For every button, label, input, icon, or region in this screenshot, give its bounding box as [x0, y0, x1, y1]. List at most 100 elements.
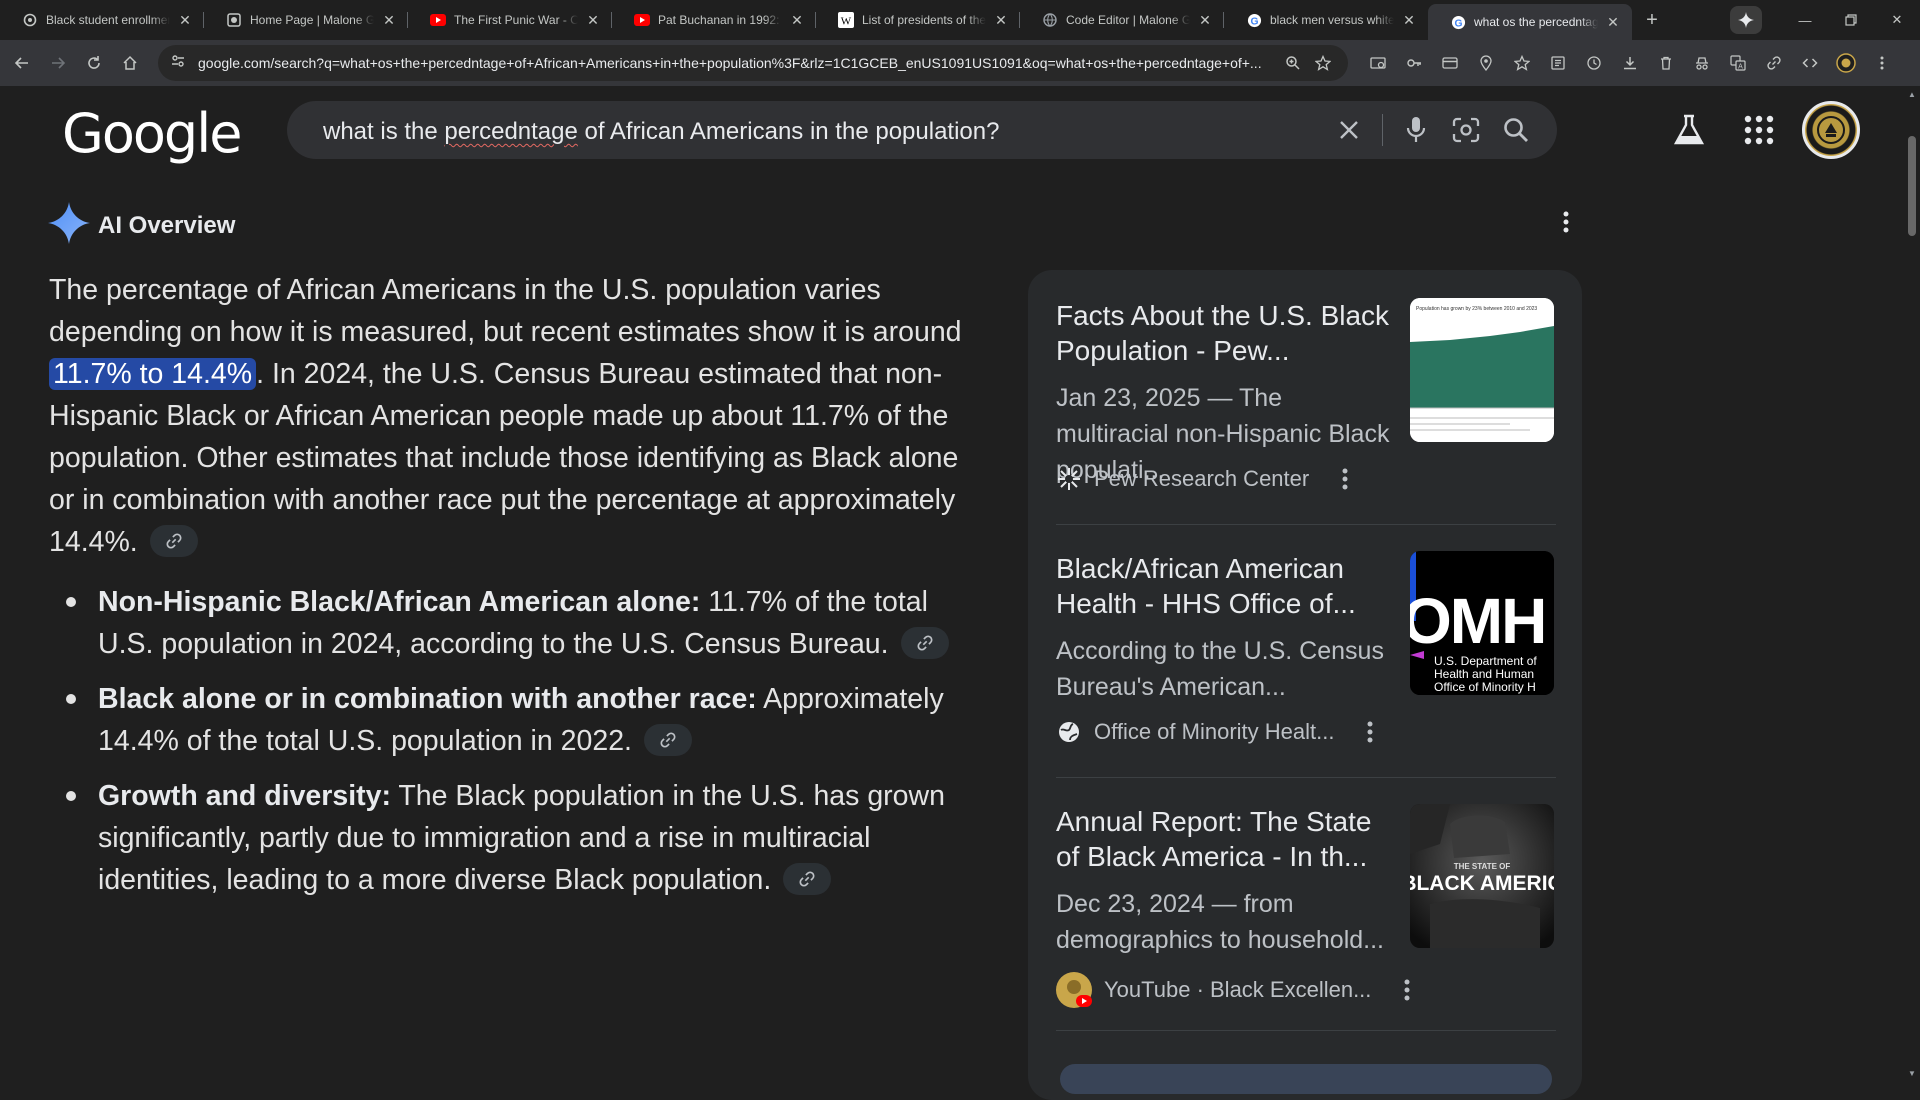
ai-overview-bullets: Non-Hispanic Black/African American alon…: [66, 581, 978, 914]
bullet-heading: Growth and diversity:: [98, 780, 391, 812]
history-icon[interactable]: [1576, 45, 1612, 81]
citation-link-icon[interactable]: [149, 525, 198, 558]
close-tab-icon[interactable]: ✕: [788, 11, 806, 29]
labs-flask-icon[interactable]: [1660, 101, 1718, 159]
reload-button[interactable]: [76, 45, 112, 81]
download-icon[interactable]: [1612, 45, 1648, 81]
query-part: what is the: [323, 118, 445, 145]
camera-lens-icon[interactable]: [1441, 101, 1491, 159]
site-info-icon[interactable]: [170, 53, 186, 74]
source-site[interactable]: YouTube · Black Excellen...: [1056, 972, 1419, 1008]
ai-overview-header: AI Overview: [48, 202, 235, 249]
ai-overview-summary: The percentage of African Americans in t…: [49, 269, 969, 563]
source-thumbnail[interactable]: OMH U.S. Department of Health and Human …: [1410, 551, 1554, 695]
back-button[interactable]: [4, 45, 40, 81]
tab-title: Code Editor | Malone Gl: [1066, 13, 1190, 27]
clear-search-icon[interactable]: [1324, 101, 1374, 159]
source-title[interactable]: Black/African American Health - HHS Offi…: [1056, 551, 1396, 621]
cast-icon[interactable]: [1360, 45, 1396, 81]
search-query[interactable]: what is the percedntage of African Ameri…: [323, 118, 999, 146]
svg-text:W: W: [841, 16, 852, 28]
browser-tab-active[interactable]: G what os the percedntage ✕: [1428, 4, 1632, 40]
misspelled-word: percedntage: [444, 118, 578, 145]
source-menu-icon[interactable]: [1395, 978, 1419, 1002]
close-tab-icon[interactable]: ✕: [176, 11, 194, 29]
thumbnail-caption: Health and Human: [1434, 667, 1534, 681]
list-item: Growth and diversity: The Black populati…: [66, 775, 978, 901]
password-key-icon[interactable]: [1396, 45, 1432, 81]
citation-link-icon[interactable]: [900, 627, 949, 660]
gemini-icon[interactable]: [1730, 6, 1762, 34]
source-title[interactable]: Facts About the U.S. Black Population - …: [1056, 298, 1396, 368]
source-menu-icon[interactable]: [1358, 720, 1382, 744]
close-tab-icon[interactable]: ✕: [992, 11, 1010, 29]
channel-avatar-icon: [1056, 972, 1092, 1008]
thumbnail-caption: BLACK AMERIC: [1410, 872, 1554, 895]
bookmark-star-icon[interactable]: [1308, 48, 1338, 78]
browser-tab[interactable]: Home Page | Malone Gl ✕: [204, 0, 408, 40]
card-icon[interactable]: [1432, 45, 1468, 81]
tab-title: Black student enrollment: [46, 13, 170, 27]
minimize-button[interactable]: —: [1782, 0, 1828, 40]
source-thumbnail[interactable]: THE STATE OF BLACK AMERIC: [1410, 804, 1554, 948]
close-tab-icon[interactable]: ✕: [584, 11, 602, 29]
close-window-button[interactable]: ✕: [1874, 0, 1920, 40]
show-all-sources-button[interactable]: [1060, 1064, 1552, 1094]
browser-tab[interactable]: W List of presidents of the ✕: [816, 0, 1020, 40]
source-thumbnail[interactable]: Population has grown by 23% between 2010…: [1410, 298, 1554, 442]
close-tab-icon[interactable]: ✕: [1400, 11, 1418, 29]
code-icon[interactable]: [1792, 45, 1828, 81]
scroll-up-arrow-icon[interactable]: ▲: [1908, 90, 1916, 99]
apps-grid-icon[interactable]: [1730, 101, 1788, 159]
home-button[interactable]: [112, 45, 148, 81]
page-scrollbar[interactable]: ▲ ▼: [1904, 86, 1920, 1080]
source-site[interactable]: Office of Minority Healt...: [1056, 719, 1382, 745]
omh-logo-text: OMH: [1410, 585, 1545, 657]
google-logo[interactable]: Google: [62, 102, 242, 165]
translate-icon[interactable]: A: [1720, 45, 1756, 81]
sources-panel: Facts About the U.S. Black Population - …: [1028, 270, 1582, 1100]
close-tab-icon[interactable]: ✕: [380, 11, 398, 29]
browser-tab[interactable]: G black men versus white m ✕: [1224, 0, 1428, 40]
account-avatar[interactable]: [1802, 101, 1860, 159]
scroll-down-arrow-icon[interactable]: ▼: [1908, 1069, 1916, 1078]
source-site-name: Office of Minority Healt...: [1094, 719, 1335, 744]
source-menu-icon[interactable]: [1333, 467, 1357, 491]
restore-button[interactable]: [1828, 0, 1874, 40]
microphone-icon[interactable]: [1391, 101, 1441, 159]
highlighted-answer: 11.7% to 14.4%: [49, 358, 257, 390]
search-box[interactable]: what is the percedntage of African Ameri…: [287, 101, 1557, 159]
source-divider: [1056, 1030, 1556, 1031]
forward-button[interactable]: [40, 45, 76, 81]
profile-avatar-small[interactable]: [1828, 45, 1864, 81]
svg-text:A: A: [1738, 64, 1743, 71]
incognito-icon[interactable]: [1684, 45, 1720, 81]
location-pin-icon[interactable]: [1468, 45, 1504, 81]
close-tab-icon[interactable]: ✕: [1196, 11, 1214, 29]
url-text[interactable]: google.com/search?q=what+os+the+percednt…: [198, 55, 1278, 71]
thumbnail-caption: Office of Minority H: [1434, 680, 1536, 694]
ai-overview-menu-icon[interactable]: [1554, 210, 1578, 234]
source-title[interactable]: Annual Report: The State of Black Americ…: [1056, 804, 1396, 874]
citation-link-icon[interactable]: [643, 724, 692, 757]
trash-icon[interactable]: [1648, 45, 1684, 81]
google-header: Google what is the percedntage of Africa…: [0, 86, 1920, 174]
source-snippet: Dec 23, 2024 — from demographics to hous…: [1056, 890, 1384, 954]
wikipedia-icon: W: [838, 12, 854, 28]
bookmarks-star-icon[interactable]: [1504, 45, 1540, 81]
scrollbar-thumb[interactable]: [1908, 136, 1916, 236]
new-tab-button[interactable]: +: [1638, 6, 1666, 34]
reading-list-icon[interactable]: [1540, 45, 1576, 81]
browser-tab[interactable]: Pat Buchanan in 1992: "M ✕: [612, 0, 816, 40]
source-site[interactable]: Pew Research Center: [1056, 466, 1357, 492]
chrome-menu-icon[interactable]: [1864, 45, 1900, 81]
browser-tab[interactable]: The First Punic War - Ove ✕: [408, 0, 612, 40]
address-bar[interactable]: google.com/search?q=what+os+the+percednt…: [158, 45, 1348, 81]
browser-tab[interactable]: Black student enrollment ✕: [0, 0, 204, 40]
zoom-icon[interactable]: [1278, 48, 1308, 78]
citation-link-icon[interactable]: [783, 863, 832, 896]
link-icon[interactable]: [1756, 45, 1792, 81]
search-icon[interactable]: [1491, 101, 1541, 159]
close-tab-icon[interactable]: ✕: [1604, 13, 1622, 31]
browser-tab[interactable]: Code Editor | Malone Gl ✕: [1020, 0, 1224, 40]
